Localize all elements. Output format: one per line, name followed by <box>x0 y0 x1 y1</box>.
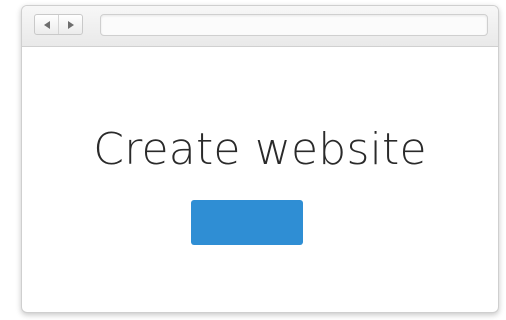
page-headline: Create website <box>93 124 427 175</box>
nav-button-group <box>34 14 83 35</box>
back-button[interactable] <box>35 15 58 34</box>
address-bar[interactable] <box>100 14 488 37</box>
forward-button[interactable] <box>58 15 82 34</box>
browser-window: Create website <box>21 5 499 313</box>
page-content: Create website <box>22 47 498 312</box>
browser-toolbar <box>22 6 498 47</box>
address-input[interactable] <box>101 16 487 37</box>
create-website-button[interactable] <box>191 200 303 245</box>
forward-arrow-icon <box>67 20 74 29</box>
back-arrow-icon <box>43 20 50 29</box>
